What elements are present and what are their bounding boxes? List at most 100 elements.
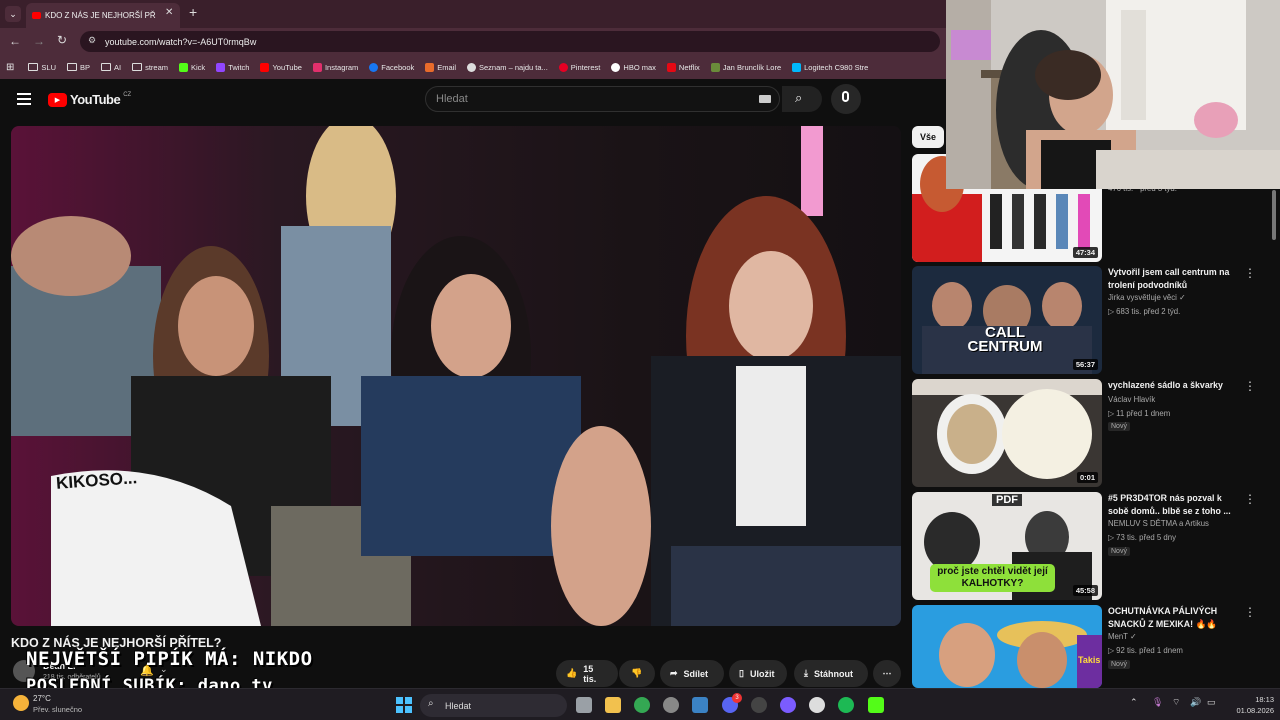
share-icon: ➦: [670, 668, 678, 678]
bookmark-lore[interactable]: Jan Brunclík Lore: [710, 62, 781, 72]
thumbnail-image: [912, 266, 1102, 374]
video-thumbnail[interactable]: Takis: [912, 605, 1102, 688]
system-clock[interactable]: 18:13 01.08.2026: [1228, 694, 1274, 716]
save-button[interactable]: ▯ Uložit: [729, 660, 787, 687]
close-tab-icon[interactable]: ✕: [165, 7, 173, 18]
bookmark-bp[interactable]: BP: [66, 63, 90, 72]
menu-icon[interactable]: [17, 93, 31, 105]
bookmark-twitch[interactable]: Twitch: [216, 62, 249, 72]
thumbs-up-icon: 👍: [566, 668, 578, 678]
bookmark-instagram[interactable]: Instagram: [312, 62, 358, 72]
weather-icon[interactable]: [13, 695, 29, 711]
video-thumbnail[interactable]: PDF proč jste chtěl vidět její KALHOTKY?…: [912, 492, 1102, 600]
video-thumbnail[interactable]: CALL CENTRUM 56:37: [912, 266, 1102, 374]
bookmark-hbo[interactable]: HBO max: [611, 62, 656, 72]
photos-icon[interactable]: [692, 697, 708, 713]
windows-start-icon[interactable]: [396, 697, 412, 713]
sidebar-scrollbar[interactable]: [1272, 190, 1276, 240]
forward-icon[interactable]: →: [33, 34, 45, 48]
bookmark-kick[interactable]: Kick: [179, 62, 205, 72]
download-button[interactable]: ⤓ Stáhnout: [794, 660, 868, 687]
search-input[interactable]: Hledat: [425, 86, 780, 112]
thumbnail-text: CALL CENTRUM: [967, 324, 1043, 355]
bookmark-seznam[interactable]: Seznam – najdu ta...: [467, 62, 548, 72]
more-options-icon[interactable]: ⋮: [1244, 492, 1256, 506]
share-button[interactable]: ➦ Sdílet: [660, 660, 724, 687]
more-options-icon[interactable]: ⋮: [1244, 605, 1256, 619]
app-icon[interactable]: [780, 697, 796, 713]
like-button[interactable]: 👍 15 tis.: [556, 660, 618, 687]
file-explorer-icon[interactable]: [605, 697, 621, 713]
seznam-icon: [467, 62, 476, 72]
more-actions-button[interactable]: ⋯: [873, 660, 901, 687]
more-options-icon[interactable]: ⋮: [1244, 379, 1256, 393]
recommendation-item[interactable]: 0:01 vychlazené sádlo a škvarky ⋮ Václav…: [912, 379, 1280, 487]
netflix-icon: [666, 62, 676, 72]
bookmark-facebook[interactable]: Facebook: [369, 62, 414, 72]
chevron-up-icon[interactable]: ⌃: [1130, 697, 1138, 708]
webcam-image: [946, 0, 1280, 189]
recommendation-item[interactable]: Takis OCHUTNÁVKA PÁLIVÝCH SNACKŮ Z MEXIK…: [912, 605, 1280, 688]
search-button[interactable]: ⌕: [782, 86, 822, 112]
address-bar[interactable]: ⚙ youtube.com/watch?v=-A6UT0rmqBw: [80, 31, 940, 52]
taskbar-search[interactable]: ⌕ Hledat: [420, 694, 567, 717]
instagram-icon: [312, 62, 322, 72]
settings-icon[interactable]: [663, 697, 679, 713]
twitch-icon: [216, 62, 226, 72]
music-icon[interactable]: [809, 697, 825, 713]
youtube-logo[interactable]: ▶ YouTube CZ: [48, 92, 131, 107]
download-icon: ⤓: [804, 668, 808, 678]
more-options-icon[interactable]: ⋮: [1244, 266, 1256, 280]
voice-search-button[interactable]: [831, 84, 861, 114]
youtube-icon: [260, 62, 270, 72]
new-tab-icon[interactable]: +: [189, 4, 197, 20]
video-player[interactable]: KIKOSO...: [11, 126, 901, 626]
chrome-icon[interactable]: [634, 697, 650, 713]
facebook-icon: [369, 62, 379, 72]
battery-icon[interactable]: ▭: [1207, 697, 1216, 708]
bookmark-slu[interactable]: SLU: [28, 63, 56, 72]
video-title[interactable]: #5 PR3D4TOR nás pozval k sobě domů.. blb…: [1108, 492, 1238, 517]
obs-icon[interactable]: [751, 697, 767, 713]
bookmark-stream[interactable]: stream: [132, 63, 168, 72]
bookmark-email[interactable]: Email: [425, 62, 456, 72]
dislike-button[interactable]: 👎: [619, 660, 655, 687]
bookmark-youtube[interactable]: YouTube: [260, 62, 302, 72]
more-horizontal-icon: ⋯: [882, 668, 892, 678]
bookmark-netflix[interactable]: Netflix: [666, 62, 700, 72]
wifi-icon[interactable]: ⌔: [1172, 697, 1180, 708]
video-title[interactable]: vychlazené sádlo a škvarky: [1108, 379, 1238, 392]
weather-desc: Přev. slunečno: [33, 705, 83, 714]
browser-tab-active[interactable]: KDO Z NÁS JE NEJHORŠÍ PŘ: [26, 3, 180, 28]
bookmark-icon: ▯: [739, 668, 744, 678]
bookmark-pinterest[interactable]: Pinterest: [558, 62, 600, 72]
video-thumbnail[interactable]: 0:01: [912, 379, 1102, 487]
video-meta: ▷ 92 tis. před 1 dnem: [1108, 646, 1183, 655]
task-view-icon[interactable]: [576, 697, 592, 713]
back-icon[interactable]: ←: [9, 34, 21, 48]
video-title[interactable]: Vytvořil jsem call centrum na trolení po…: [1108, 266, 1238, 291]
reload-icon[interactable]: ↻: [57, 33, 67, 47]
volume-icon[interactable]: 🔊: [1190, 697, 1201, 708]
bookmark-logitech[interactable]: Logitech C980 Stre: [792, 62, 868, 72]
filter-chip-all[interactable]: Vše: [912, 126, 944, 148]
recommendation-item[interactable]: CALL CENTRUM 56:37 Vytvořil jsem call ce…: [912, 266, 1280, 374]
kick-icon[interactable]: [868, 697, 884, 713]
channel-name[interactable]: NEMLUV S DĚTMA a Artikus: [1108, 519, 1209, 528]
microphone-icon[interactable]: 🎙: [1152, 697, 1163, 708]
site-info-icon[interactable]: ⚙: [88, 35, 96, 46]
video-meta: ▷ 683 tis. před 2 týd.: [1108, 307, 1181, 316]
youtube-favicon-icon: [32, 12, 41, 19]
channel-name[interactable]: Václav Hlavík: [1108, 395, 1155, 404]
channel-name[interactable]: MenT ✓: [1108, 632, 1137, 641]
tab-list-chevron-icon[interactable]: ⌄: [5, 6, 21, 22]
spotify-icon[interactable]: [838, 697, 854, 713]
recommendation-item[interactable]: PDF proč jste chtěl vidět její KALHOTKY?…: [912, 492, 1280, 600]
duration-badge: 56:37: [1072, 359, 1098, 370]
video-title[interactable]: OCHUTNÁVKA PÁLIVÝCH SNACKŮ Z MEXIKA! 🔥🔥: [1108, 605, 1238, 630]
apps-grid-icon[interactable]: ⊞: [6, 62, 14, 73]
bookmark-ai[interactable]: AI: [101, 63, 121, 72]
keyboard-icon[interactable]: [759, 95, 771, 103]
thumbnail-text: Takis: [1078, 655, 1101, 665]
channel-name[interactable]: Jirka vysvětluje věci ✓: [1108, 293, 1186, 302]
